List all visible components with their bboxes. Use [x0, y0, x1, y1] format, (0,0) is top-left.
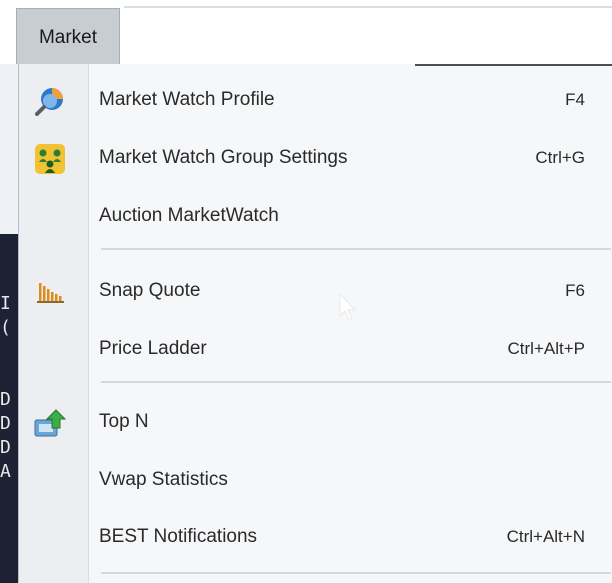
menu-item-shortcut: F4 — [565, 90, 585, 109]
market-dropdown-menu: Market Watch Profile F4 Market Watch Gro… — [18, 64, 612, 583]
menu-separator — [101, 381, 611, 383]
menu-separator — [101, 248, 611, 250]
background-glyph — [0, 364, 18, 388]
menu-item-best-notifications[interactable]: BEST Notifications Ctrl+Alt+N — [19, 513, 612, 561]
menu-item-price-ladder[interactable]: Price Ladder Ctrl+Alt+P — [19, 325, 612, 373]
menu-item-label: Snap Quote — [99, 280, 201, 301]
menu-item-top-n[interactable]: Top N — [19, 398, 612, 446]
background-glyph — [0, 340, 18, 364]
group-settings-icon — [31, 140, 69, 178]
menu-item-auction-marketwatch[interactable]: Auction MarketWatch — [19, 192, 612, 240]
menu-bar-underline — [415, 64, 612, 66]
background-glyph: D — [0, 413, 11, 434]
menu-item-market-watch-group-settings[interactable]: Market Watch Group Settings Ctrl+G — [19, 134, 612, 182]
background-glyph: ( — [0, 317, 11, 338]
menu-item-label: Auction MarketWatch — [99, 205, 279, 226]
menu-item-label: Top N — [99, 411, 149, 432]
menu-separator — [101, 572, 611, 574]
menu-item-shortcut: Ctrl+Alt+N — [506, 527, 585, 546]
menu-item-vwap-statistics[interactable]: Vwap Statistics — [19, 456, 612, 504]
background-glyph: D — [0, 389, 11, 410]
snap-quote-chart-icon — [31, 273, 69, 311]
menu-market[interactable]: Market — [16, 8, 120, 66]
menu-bar: Market — [0, 0, 612, 66]
background-window-panel — [0, 64, 19, 234]
menu-bar-border — [124, 6, 612, 8]
mouse-pointer-icon — [338, 292, 357, 327]
top-n-icon — [31, 404, 69, 442]
menu-item-shortcut: F6 — [565, 281, 585, 300]
market-watch-profile-icon — [31, 82, 69, 120]
menu-item-snap-quote[interactable]: Snap Quote F6 — [19, 267, 612, 315]
menu-item-shortcut: Ctrl+Alt+P — [507, 339, 585, 358]
app-window: Market I ( D D D A Market Watch Profile … — [0, 0, 612, 583]
menu-item-label: Vwap Statistics — [99, 469, 228, 490]
background-text: I ( D D D A — [0, 292, 18, 484]
background-glyph: D — [0, 437, 11, 458]
menu-item-market-watch-profile[interactable]: Market Watch Profile F4 — [19, 76, 612, 124]
menu-item-label: Market Watch Profile — [99, 89, 275, 110]
menu-item-label: Market Watch Group Settings — [99, 147, 348, 168]
menu-item-label: BEST Notifications — [99, 526, 258, 547]
background-glyph: A — [0, 461, 11, 482]
background-glyph: I — [0, 293, 11, 314]
menu-item-shortcut: Ctrl+G — [535, 148, 585, 167]
menu-item-label: Price Ladder — [99, 338, 207, 359]
